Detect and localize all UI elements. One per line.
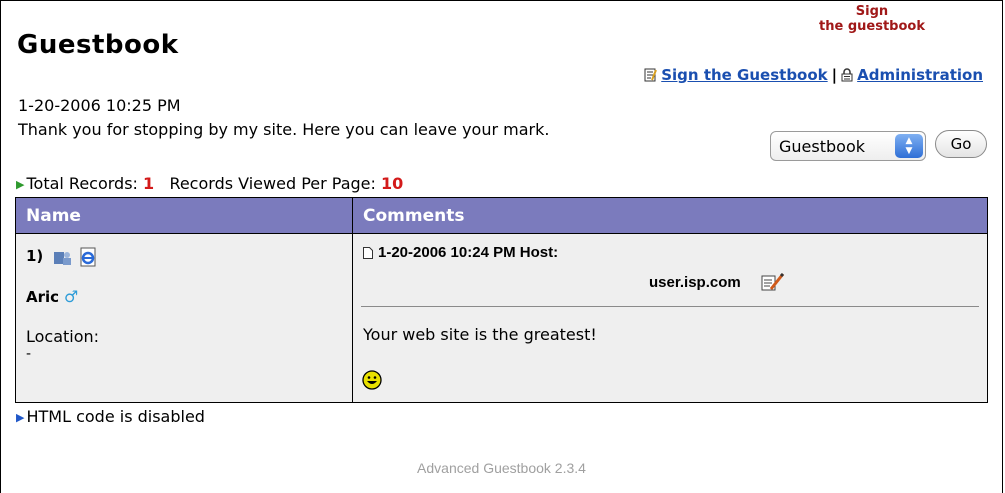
document-icon: [363, 247, 373, 259]
total-records-value: 1: [143, 174, 155, 193]
entry-name-line: Aric ♂: [26, 287, 78, 306]
location-value: -: [26, 346, 32, 362]
sign-logo-line-1: Sign: [855, 4, 889, 19]
edit-icon[interactable]: [761, 272, 785, 292]
smiley-icon: [362, 370, 382, 390]
select-value: Guestbook: [779, 137, 865, 156]
guestbook-select[interactable]: Guestbook ▲ ▼: [770, 131, 926, 161]
sign-logo-line-2: the guestbook: [819, 19, 925, 34]
sign-guestbook-logo[interactable]: Sign the guestbook: [797, 4, 947, 34]
per-page-label: Records Viewed Per Page:: [169, 174, 376, 193]
lock-icon: [841, 68, 853, 82]
link-separator: |: [831, 66, 838, 84]
ie-homepage-icon[interactable]: [79, 247, 97, 267]
name-cell: 1) Aric ♂ Location: -: [15, 233, 353, 403]
html-status-note: ▶ HTML code is disabled: [16, 407, 205, 426]
sign-guestbook-link[interactable]: Sign the Guestbook: [661, 66, 827, 84]
guestbook-table: Name Comments 1) Aric ♂ Location: - 1-20…: [15, 197, 988, 403]
html-status-text: HTML code is disabled: [26, 407, 205, 426]
entry-number: 1): [26, 247, 44, 265]
location-label: Location:: [26, 327, 100, 346]
per-page-value: 10: [381, 174, 404, 193]
comments-column-header: Comments: [352, 197, 988, 234]
select-arrows-icon: ▲ ▼: [895, 134, 923, 158]
blue-arrow-icon: ▶: [16, 411, 25, 424]
entry-comment: Your web site is the greatest!: [363, 325, 597, 344]
page-title: Guestbook: [17, 30, 179, 60]
sign-note-icon: [644, 68, 658, 82]
total-records-label: Total Records:: [26, 174, 138, 193]
comment-divider: [361, 306, 979, 307]
male-icon: ♂: [64, 287, 79, 306]
user-profile-icon[interactable]: [54, 250, 72, 266]
records-summary: ▶ Total Records: 1 Records Viewed Per Pag…: [16, 174, 403, 193]
entry-host: user.isp.com: [649, 274, 741, 291]
footer-credit[interactable]: Advanced Guestbook 2.3.4: [0, 460, 1003, 476]
intro-text: Thank you for stopping by my site. Here …: [18, 120, 550, 139]
top-links: Sign the Guestbook | Administration: [644, 66, 983, 84]
go-button[interactable]: Go: [935, 130, 987, 158]
green-arrow-icon: ▶: [16, 178, 25, 191]
entry-timestamp-host: 1-20-2006 10:24 PM Host:: [378, 244, 559, 261]
name-column-header: Name: [15, 197, 353, 234]
entry-name: Aric: [26, 288, 60, 306]
current-datetime: 1-20-2006 10:25 PM: [18, 96, 181, 115]
administration-link[interactable]: Administration: [857, 66, 983, 84]
table-header-row: Name Comments: [15, 197, 988, 234]
comment-cell: 1-20-2006 10:24 PM Host: user.isp.com Yo…: [352, 233, 988, 403]
table-row: 1) Aric ♂ Location: - 1-20-2006 10:24 PM…: [15, 233, 988, 403]
